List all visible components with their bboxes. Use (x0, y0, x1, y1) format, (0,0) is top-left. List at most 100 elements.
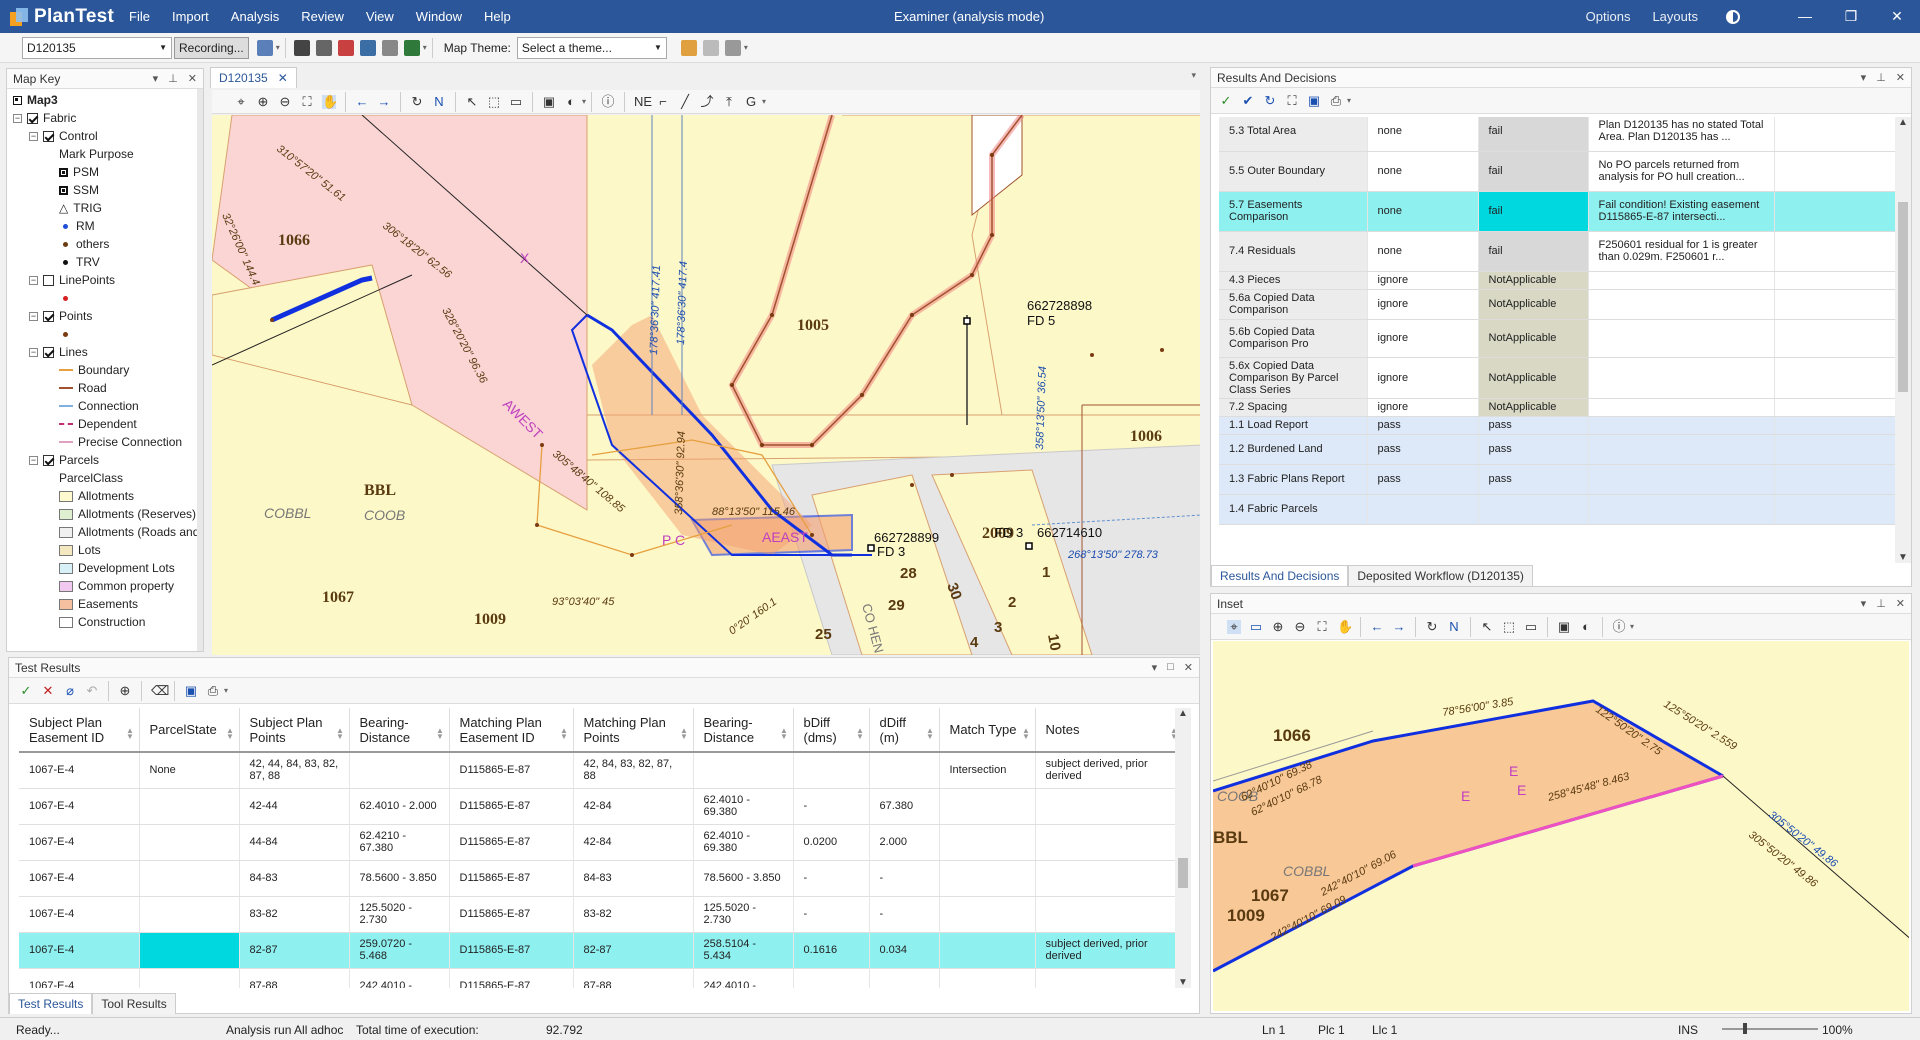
menu-import[interactable]: Import (161, 0, 220, 33)
pin-icon[interactable]: ⊥ (1876, 71, 1886, 84)
theme-toggle-icon[interactable] (1726, 9, 1740, 24)
zoom-out-icon[interactable]: ⊖ (1293, 619, 1307, 634)
tree-item[interactable]: ParcelClass (7, 469, 203, 487)
map-canvas[interactable]: 1066 1005 1006 1067 1009 2009 BBL COBBL … (212, 115, 1200, 655)
tree-item[interactable]: Mark Purpose (7, 145, 203, 163)
test-results-scrollbar[interactable]: ▲ ▼ (1175, 708, 1191, 988)
menu-analysis[interactable]: Analysis (220, 0, 290, 33)
column-header[interactable]: dDiff (m) ▲▼ (869, 708, 940, 753)
tree-item[interactable]: − Parcels (7, 451, 203, 469)
zoom-extent-icon[interactable]: ⛶ (1315, 619, 1329, 634)
table-row[interactable]: 1067-E-4 42-44 62.4010 - 2.000 D115865-E-87… (19, 788, 1183, 825)
box-select-icon[interactable]: ⬚ (1502, 619, 1516, 634)
column-header[interactable]: Bearing-Distance ▲▼ (349, 708, 450, 753)
frame-icon[interactable]: ▣ (542, 94, 556, 109)
copy-icon[interactable] (381, 39, 398, 56)
frame-icon[interactable]: ▣ (1557, 619, 1571, 634)
table-icon[interactable] (315, 39, 332, 56)
sort-icon[interactable]: ▲▼ (680, 726, 689, 738)
chevron-down-icon[interactable]: ▾ (582, 97, 586, 106)
menu-window[interactable]: Window (405, 0, 473, 33)
chevron-down-icon[interactable]: ▾ (153, 72, 159, 85)
expander-icon[interactable]: − (13, 113, 22, 123)
zoom-in-icon[interactable]: ⊕ (256, 94, 270, 109)
tree-checkbox[interactable] (43, 274, 54, 286)
pin-icon[interactable]: ⊥ (168, 72, 178, 85)
theme-settings-icon[interactable] (724, 39, 741, 56)
zoom-extent-icon[interactable]: ⛶ (300, 94, 314, 109)
tree-item[interactable]: Construction (7, 613, 203, 631)
select-icon[interactable]: ⌖ (234, 94, 248, 109)
column-header[interactable]: Subject Plan Easement ID ▲▼ (19, 708, 140, 753)
tree-item[interactable]: RM (7, 217, 203, 235)
sort-icon[interactable]: ▲▼ (856, 726, 865, 738)
plan-combo[interactable]: D120135 ▼ (22, 36, 172, 59)
expander-icon[interactable]: − (29, 275, 38, 285)
chevron-down-icon[interactable]: ▾ (276, 43, 280, 52)
accept-all-icon[interactable]: ✔ (1241, 93, 1255, 108)
tree-checkbox[interactable] (43, 346, 54, 358)
tree-checkbox[interactable] (43, 454, 54, 466)
table-row[interactable]: 1067-E-4 44-84 62.4210 - 67.380 D115865-E-8… (19, 824, 1183, 861)
tree-checkbox[interactable] (43, 130, 54, 142)
sort-icon[interactable]: ▲▼ (1022, 726, 1031, 738)
save-icon[interactable]: ▣ (1307, 93, 1321, 108)
tree-item[interactable] (7, 289, 203, 307)
menu-view[interactable]: View (355, 0, 405, 33)
tag-icon[interactable] (403, 39, 420, 56)
zoom-slider-thumb[interactable] (1743, 1023, 1747, 1034)
chevron-down-icon[interactable]: ▾ (1152, 661, 1158, 674)
pointer-icon[interactable]: ↖ (1480, 619, 1494, 634)
result-row[interactable]: 5.6a Copied Data Comparison ignore NotAppl… (1219, 289, 1895, 320)
print-icon[interactable]: ⎙ (206, 683, 220, 698)
info-icon[interactable]: ⓘ (601, 94, 615, 109)
close-button[interactable]: ✕ (1874, 0, 1920, 33)
tree-item[interactable]: PSM (7, 163, 203, 181)
result-row[interactable]: 7.4 Residuals none fail F250601 residual fo… (1219, 231, 1895, 272)
sort-icon[interactable]: ▲▼ (926, 726, 935, 738)
expander-icon[interactable]: − (29, 347, 38, 357)
chevron-down-icon[interactable]: ▾ (1191, 70, 1196, 81)
tree-item[interactable]: Boundary (7, 361, 203, 379)
clear-icon[interactable]: ⌀ (63, 683, 77, 698)
zoom-slider[interactable] (1722, 1028, 1818, 1030)
remove-icon[interactable]: ⌫ (151, 683, 169, 698)
select-icon[interactable]: ⌖ (1227, 619, 1241, 634)
undo-icon[interactable]: ↶ (85, 683, 99, 698)
sort-icon[interactable]: ▲▼ (336, 726, 345, 738)
tree-item[interactable]: △ TRIG (7, 199, 203, 217)
sort-icon[interactable]: ▲▼ (560, 726, 569, 738)
inset-map[interactable]: 1066 COOB BBL COBBL 1067 1009 E E E 78°5… (1213, 641, 1909, 1011)
zoom-in-icon[interactable]: ⊕ (1271, 619, 1285, 634)
pan-icon[interactable]: ✋ (322, 94, 338, 109)
sort-icon[interactable]: ▲▼ (226, 726, 235, 738)
layers-icon[interactable] (359, 39, 376, 56)
theme-grid-icon[interactable] (702, 39, 719, 56)
table-row[interactable]: 1067-E-4 87-88 242.4010 - D115865-E-87 87-88… (19, 968, 1183, 988)
tab-results-decisions[interactable]: Results And Decisions (1211, 565, 1349, 586)
forward-icon[interactable]: → (377, 94, 391, 109)
tree-item[interactable]: − Fabric (7, 109, 203, 127)
result-row[interactable]: 1.1 Load Report pass pass (1219, 416, 1895, 435)
reject-icon[interactable]: ✕ (41, 683, 55, 698)
result-row[interactable]: 5.6x Copied Data Comparison By Parcel Cl… (1219, 357, 1895, 399)
expander-icon[interactable]: − (29, 131, 38, 141)
sort-icon[interactable]: ▲▼ (780, 726, 789, 738)
measure-icon[interactable]: ▭ (1524, 619, 1538, 634)
print-icon[interactable]: ⎙ (1329, 93, 1343, 108)
refresh-icon[interactable]: ↻ (1425, 619, 1439, 634)
pan-icon[interactable]: ✋ (1337, 619, 1353, 634)
result-row[interactable]: 7.2 Spacing ignore NotApplicable (1219, 398, 1895, 417)
tree-item[interactable]: Easements (7, 595, 203, 613)
tree-item[interactable]: Connection (7, 397, 203, 415)
chevron-down-icon[interactable]: ▾ (1347, 96, 1351, 105)
tree-item[interactable]: TRV (7, 253, 203, 271)
close-icon[interactable]: ✕ (1896, 597, 1905, 610)
column-header[interactable]: Match Type ▲▼ (939, 708, 1036, 753)
column-header[interactable]: Matching Plan Points ▲▼ (573, 708, 694, 753)
sort-icon[interactable]: ▲▼ (436, 726, 445, 738)
zoom-out-icon[interactable]: ⊖ (278, 94, 292, 109)
column-header[interactable]: Bearing-Distance ▲▼ (693, 708, 794, 753)
tree-item[interactable]: − Control (7, 127, 203, 145)
tree-root[interactable]: Map3 (7, 91, 203, 109)
